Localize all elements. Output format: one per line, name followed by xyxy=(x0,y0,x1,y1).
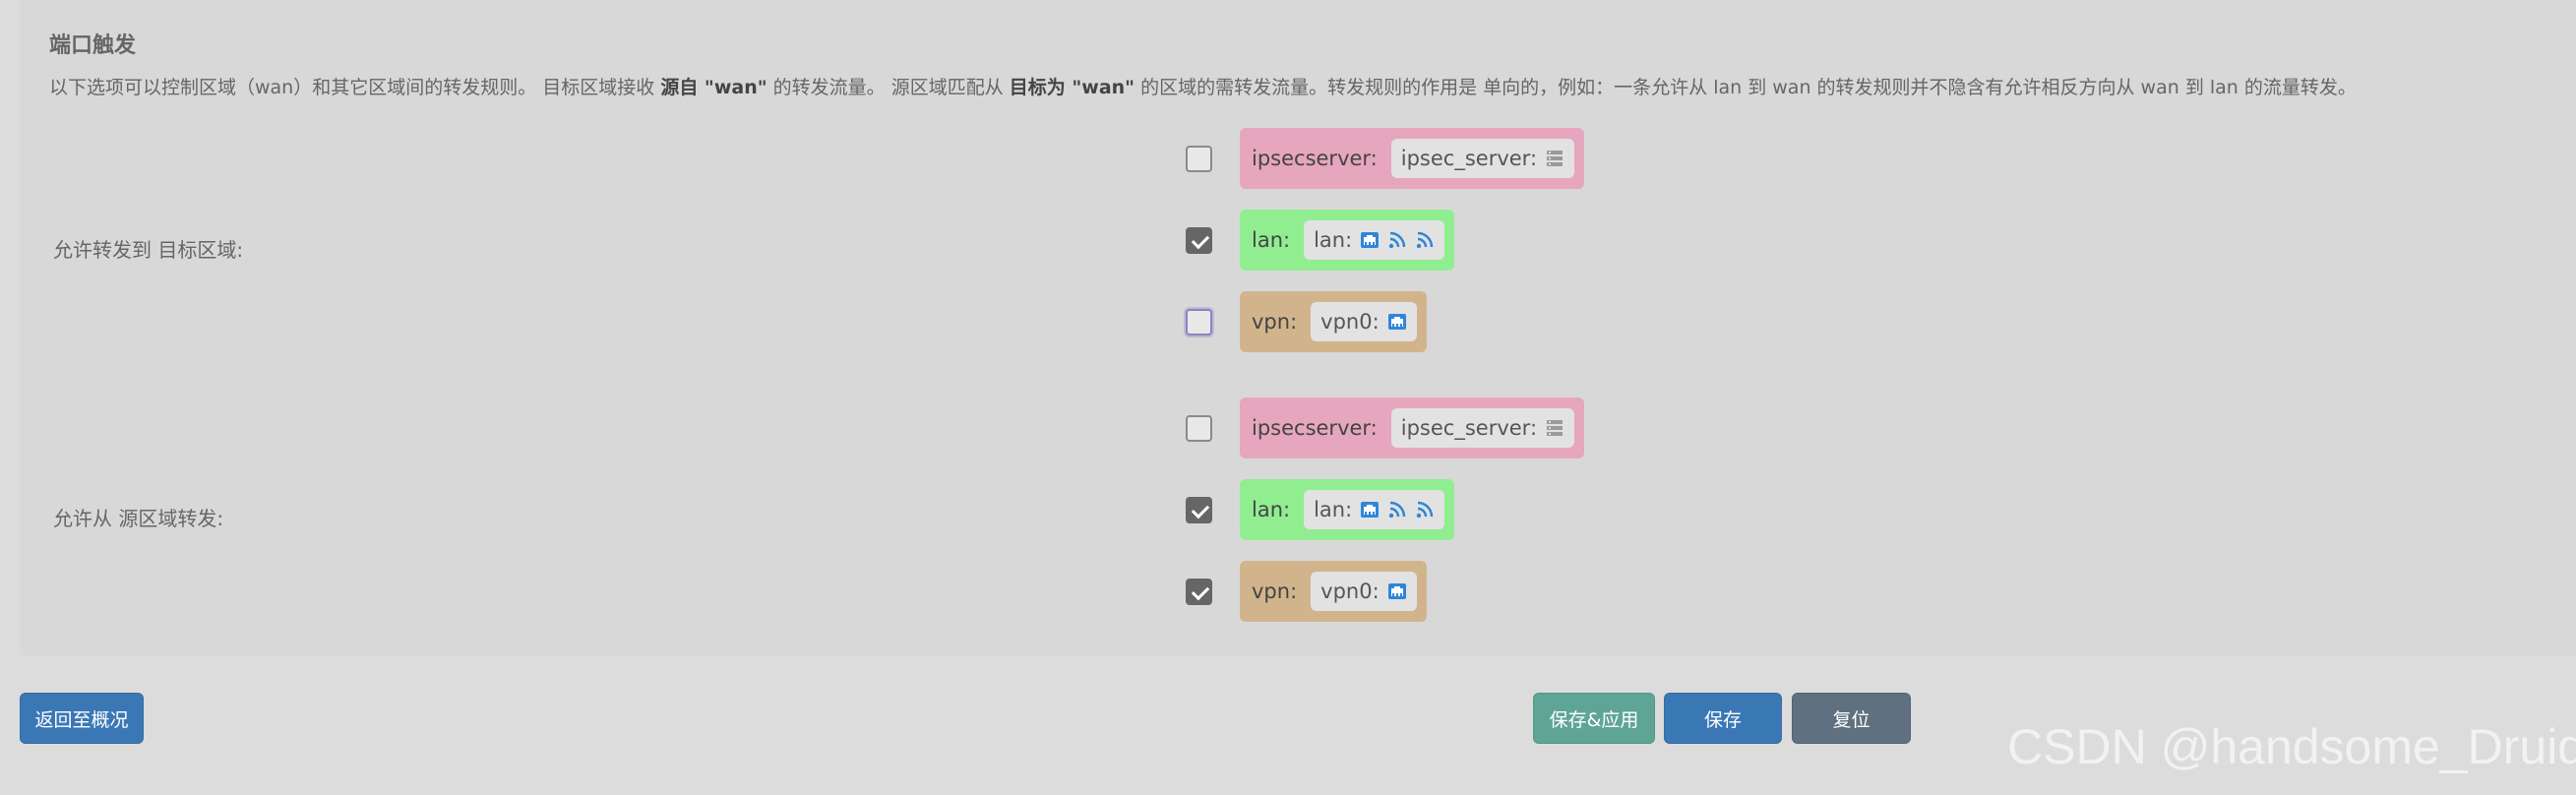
interface-chip: vpn0: xyxy=(1311,572,1417,611)
wifi-icon xyxy=(1415,230,1435,250)
interface-name: lan: xyxy=(1314,498,1353,521)
back-to-overview-button[interactable]: 返回至概况 xyxy=(20,693,144,744)
forward-to-ipsecserver-checkbox[interactable] xyxy=(1186,146,1212,172)
section-description: 以下选项可以控制区域（wan）和其它区域间的转发规则。 目标区域接收 源自 "w… xyxy=(49,77,2357,98)
zone-name: vpn: xyxy=(1252,580,1298,603)
zone-badge-ipsecserver: ipsecserver: ipsec_server: xyxy=(1240,128,1585,189)
zone-badge-vpn: vpn: vpn0: xyxy=(1240,291,1427,352)
ethernet-port-icon xyxy=(1387,312,1407,332)
interface-chip: vpn0: xyxy=(1311,302,1417,341)
save-apply-button[interactable]: 保存&应用 xyxy=(1533,693,1655,744)
reset-button[interactable]: 复位 xyxy=(1792,693,1911,744)
interface-name: lan: xyxy=(1314,228,1353,252)
section-title: 端口触发 xyxy=(49,33,137,58)
watermark: CSDN @handsome_Druid xyxy=(2007,719,2576,774)
forward-to-lan-checkbox[interactable] xyxy=(1186,227,1212,254)
server-icon xyxy=(1545,418,1564,438)
server-icon xyxy=(1545,149,1564,168)
forward-to-vpn-checkbox[interactable] xyxy=(1186,309,1212,336)
ethernet-port-icon xyxy=(1360,500,1380,520)
ethernet-port-icon xyxy=(1360,230,1380,250)
interface-name: ipsec_server: xyxy=(1400,416,1538,440)
interface-chip: ipsec_server: xyxy=(1390,408,1575,448)
wifi-icon xyxy=(1387,500,1407,520)
interface-chip: ipsec_server: xyxy=(1390,139,1575,178)
zone-badge-vpn: vpn: vpn0: xyxy=(1240,561,1427,622)
forward-from-lan-checkbox[interactable] xyxy=(1186,497,1212,523)
zone-badge-lan: lan: lan: xyxy=(1240,210,1455,271)
zone-badge-lan: lan: lan: xyxy=(1240,479,1455,540)
forward-from-vpn-checkbox[interactable] xyxy=(1186,579,1212,605)
interface-chip: lan: xyxy=(1304,490,1445,529)
interface-name: vpn0: xyxy=(1320,310,1380,334)
zone-name: vpn: xyxy=(1252,310,1298,334)
zone-name: lan: xyxy=(1252,228,1291,252)
zone-name: ipsecserver: xyxy=(1252,147,1378,170)
interface-name: ipsec_server: xyxy=(1400,147,1538,170)
interface-name: vpn0: xyxy=(1320,580,1380,603)
save-button[interactable]: 保存 xyxy=(1664,693,1782,744)
wifi-icon xyxy=(1415,500,1435,520)
forward-to-label: 允许转发到 目标区域: xyxy=(53,238,244,262)
ethernet-port-icon xyxy=(1387,581,1407,601)
forward-from-label: 允许从 源区域转发: xyxy=(53,507,224,530)
zone-name: ipsecserver: xyxy=(1252,416,1378,440)
wifi-icon xyxy=(1387,230,1407,250)
zone-badge-ipsecserver: ipsecserver: ipsec_server: xyxy=(1240,398,1585,459)
zone-name: lan: xyxy=(1252,498,1291,521)
interface-chip: lan: xyxy=(1304,220,1445,260)
forward-from-ipsecserver-checkbox[interactable] xyxy=(1186,415,1212,442)
